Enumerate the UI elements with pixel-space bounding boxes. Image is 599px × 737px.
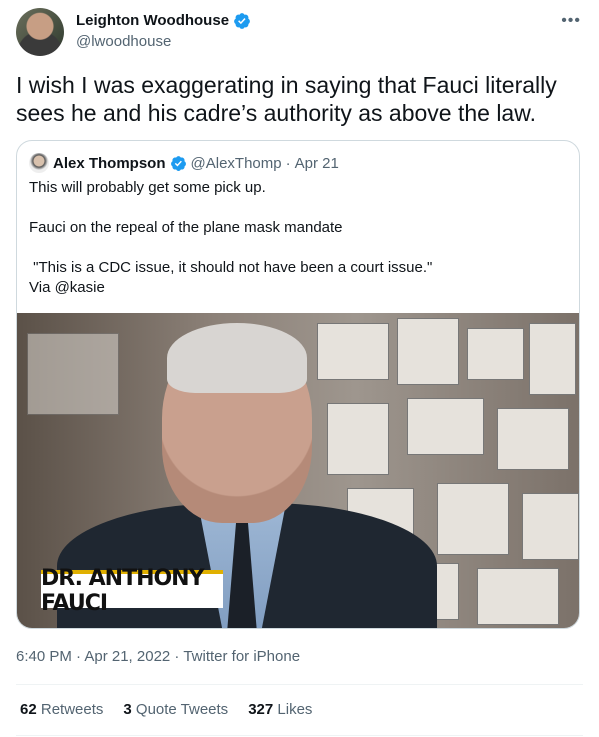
likes-stat[interactable]: 327 Likes bbox=[248, 701, 312, 718]
author-name[interactable]: Leighton Woodhouse bbox=[76, 11, 229, 31]
tweet-author-avatar[interactable] bbox=[16, 8, 64, 56]
retweets-stat[interactable]: 62 Retweets bbox=[20, 701, 103, 718]
tweet-author[interactable]: Leighton Woodhouse @lwoodhouse bbox=[76, 11, 251, 52]
quoted-text-line: Fauci on the repeal of the plane mask ma… bbox=[29, 219, 343, 236]
quoted-text-line: "This is a CDC issue, it should not have… bbox=[29, 259, 433, 276]
quoted-tweet-header: Alex Thompson @AlexThomp · Apr 21 bbox=[29, 153, 339, 173]
quoted-author-name: Alex Thompson bbox=[53, 154, 166, 172]
quoted-author-handle: @AlexThomp bbox=[190, 154, 282, 172]
quoted-tweet-date: Apr 21 bbox=[294, 154, 339, 172]
quoted-tweet-video[interactable]: DR. ANTHONY FAUCI bbox=[17, 313, 579, 628]
quote-tweets-stat[interactable]: 3 Quote Tweets bbox=[123, 701, 228, 718]
tweet-stats: 62 Retweets 3 Quote Tweets 327 Likes bbox=[20, 701, 312, 718]
quoted-tweet-text: This will probably get some pick up. Fau… bbox=[29, 178, 569, 298]
quoted-text-line: Via @kasie bbox=[29, 279, 105, 296]
quoted-author-avatar bbox=[29, 153, 49, 173]
verified-badge-icon bbox=[170, 155, 186, 171]
divider bbox=[16, 735, 583, 736]
quoted-text-line: This will probably get some pick up. bbox=[29, 179, 266, 196]
separator-dot: · bbox=[285, 154, 291, 172]
quoted-tweet[interactable]: Alex Thompson @AlexThomp · Apr 21 This w… bbox=[16, 140, 580, 629]
video-caption: DR. ANTHONY FAUCI bbox=[41, 566, 223, 616]
more-options-icon[interactable]: ••• bbox=[561, 12, 581, 30]
divider bbox=[16, 684, 583, 685]
tweet-timestamp[interactable]: 6:40 PM · Apr 21, 2022 · Twitter for iPh… bbox=[16, 648, 300, 665]
author-handle[interactable]: @lwoodhouse bbox=[76, 32, 251, 52]
tweet-text: I wish I was exaggerating in saying that… bbox=[16, 72, 557, 126]
verified-badge-icon bbox=[234, 13, 250, 29]
